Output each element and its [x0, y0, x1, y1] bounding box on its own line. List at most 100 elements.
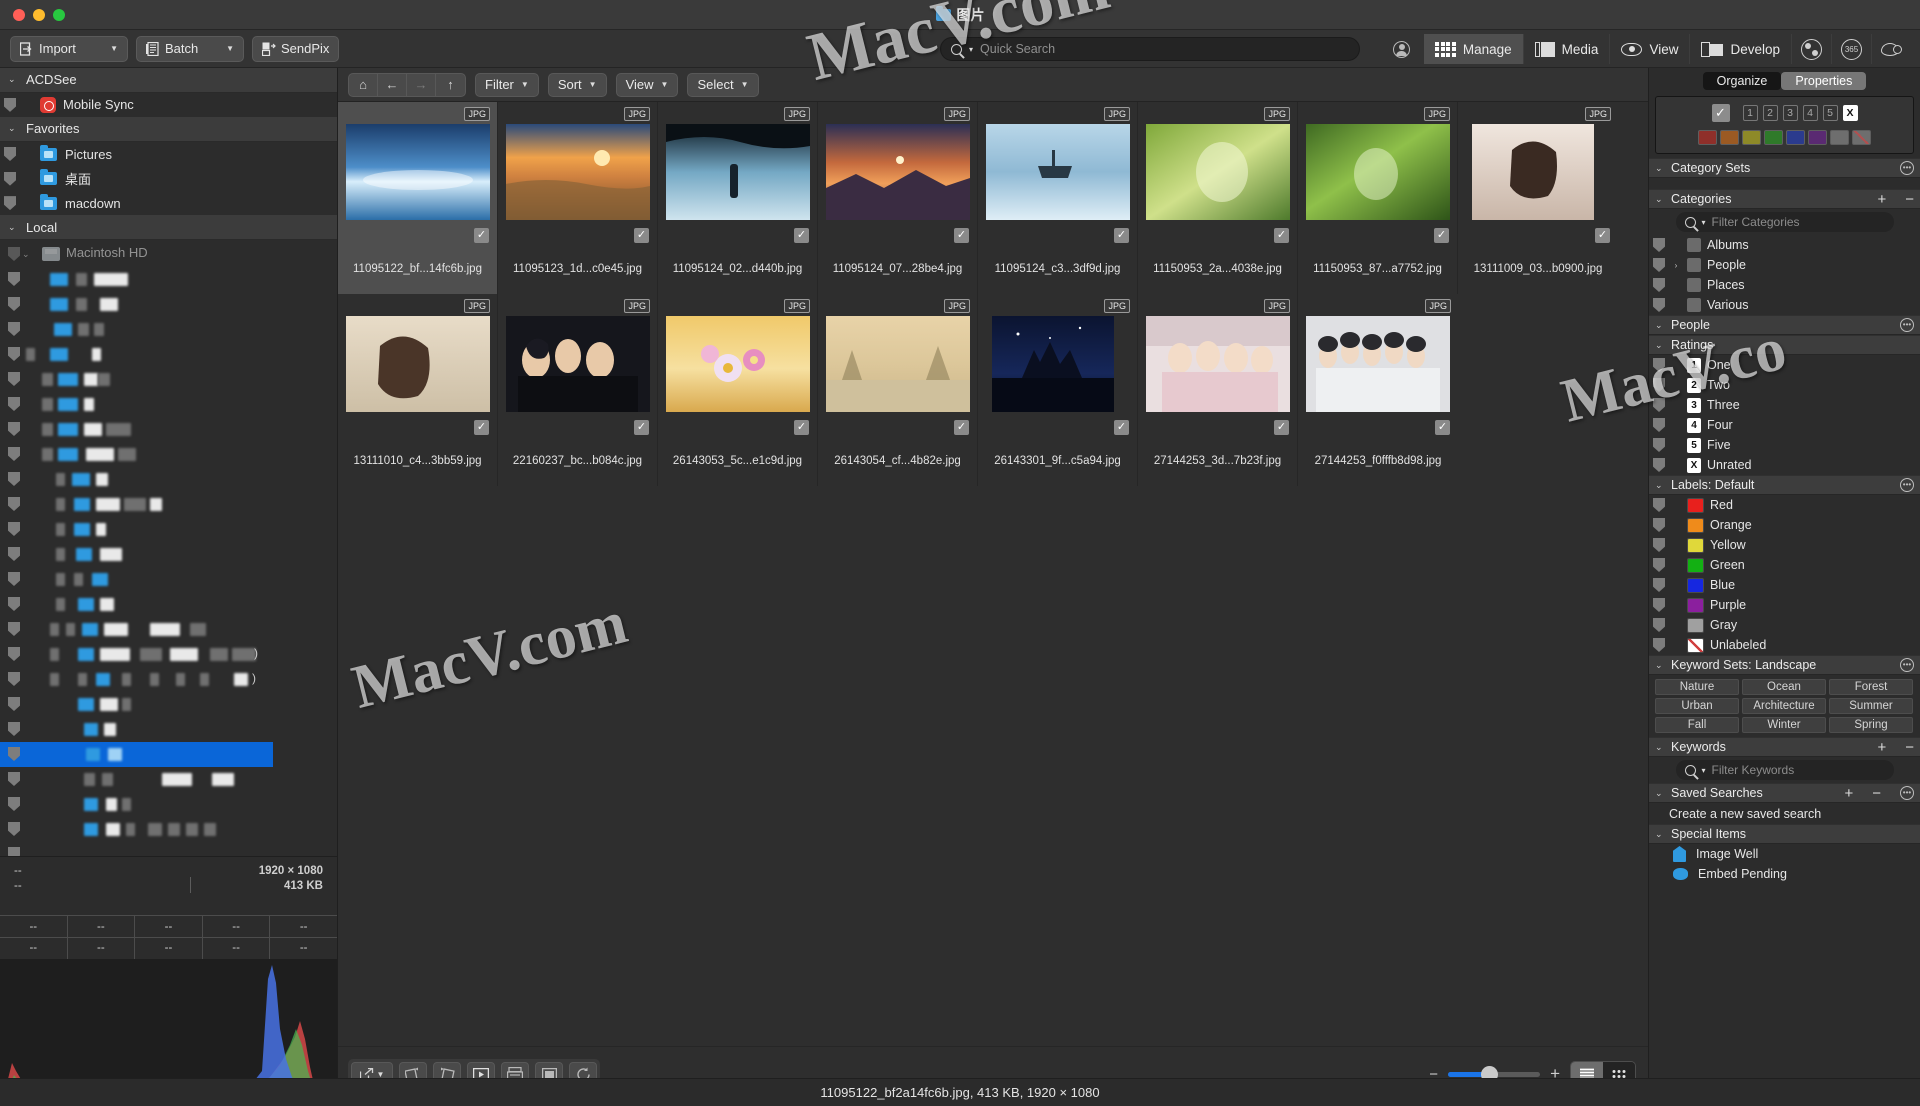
keyword-fall[interactable]: Fall — [1655, 717, 1739, 733]
label-item-red[interactable]: Red — [1649, 495, 1920, 515]
rating-filter-3[interactable]: 3 — [1782, 105, 1798, 121]
remove-category-icon[interactable]: − — [1905, 192, 1914, 207]
subscription-button[interactable]: 365 — [1832, 34, 1872, 64]
rating-item-unrated[interactable]: X Unrated — [1649, 455, 1920, 475]
thumbnail-image[interactable] — [1472, 124, 1594, 220]
rating-item-one[interactable]: 1 One — [1649, 355, 1920, 375]
more-options-icon[interactable]: ••• — [1900, 478, 1914, 492]
rating-filter-unrated[interactable]: X — [1842, 105, 1858, 121]
sidebar-item-desktop[interactable]: 桌面 — [0, 166, 337, 191]
chevron-down-icon[interactable]: ▼ — [741, 80, 749, 89]
thumbnail-image[interactable] — [666, 316, 810, 412]
chevron-down-icon[interactable]: ⌄ — [1655, 340, 1665, 351]
tree-item[interactable] — [0, 492, 337, 517]
thumbnail-image[interactable] — [1306, 124, 1450, 220]
section-category-sets[interactable]: ⌄ Category Sets ••• — [1649, 158, 1920, 178]
thumbnail-cell[interactable]: JPG ✓ 11095124_02...d440b.jpg — [658, 102, 818, 294]
thumbnail-checkbox[interactable]: ✓ — [474, 420, 489, 435]
chevron-down-icon[interactable]: ⌄ — [1655, 788, 1665, 799]
thumbnail-cell[interactable]: JPG ✓ 11095123_1d...c0e45.jpg — [498, 102, 658, 294]
zoom-slider[interactable] — [1448, 1065, 1541, 1083]
label-swatch-gray[interactable] — [1830, 130, 1849, 145]
sidebar-item-macdown[interactable]: macdown — [0, 191, 337, 216]
thumbnail-cell[interactable]: JPG ✓ 11095122_bf...14fc6b.jpg — [338, 102, 498, 294]
tree-item[interactable] — [0, 567, 337, 592]
chevron-down-icon[interactable]: ⌄ — [8, 123, 18, 134]
tab-view[interactable]: View — [1610, 34, 1691, 64]
chevron-down-icon[interactable]: ⌄ — [1655, 742, 1665, 753]
label-swatch-yellow[interactable] — [1742, 130, 1761, 145]
sidebar-item-mobile-sync[interactable]: Mobile Sync — [0, 93, 337, 118]
chevron-down-icon[interactable]: ⌄ — [1655, 480, 1665, 491]
tree-item[interactable] — [0, 292, 337, 317]
label-item-green[interactable]: Green — [1649, 555, 1920, 575]
rating-filter-2[interactable]: 2 — [1762, 105, 1778, 121]
chevron-down-icon[interactable]: ▼ — [226, 44, 234, 53]
tree-item[interactable] — [0, 367, 337, 392]
section-labels[interactable]: ⌄ Labels: Default ••• — [1649, 475, 1920, 495]
more-options-icon[interactable]: ••• — [1900, 786, 1914, 800]
thumbnail-checkbox[interactable]: ✓ — [474, 228, 489, 243]
thumbnail-checkbox[interactable]: ✓ — [634, 420, 649, 435]
label-swatch-red[interactable] — [1698, 130, 1717, 145]
thumbnail-checkbox[interactable]: ✓ — [1114, 420, 1129, 435]
tree-item[interactable] — [0, 417, 337, 442]
label-swatch-purple[interactable] — [1808, 130, 1827, 145]
chevron-down-icon[interactable]: ⌄ — [1655, 320, 1665, 331]
add-keyword-icon[interactable]: + — [1877, 740, 1886, 755]
thumbnail-image[interactable] — [992, 316, 1114, 412]
thumbnail-cell[interactable]: JPG ✓ 26143054_cf...4b82e.jpg — [818, 294, 978, 486]
label-swatch-orange[interactable] — [1720, 130, 1739, 145]
batch-button[interactable]: Batch ▼ — [136, 35, 244, 62]
quick-search[interactable]: ▾ Quick Search — [940, 37, 1360, 61]
thumbnail-checkbox[interactable]: ✓ — [634, 228, 649, 243]
thumbnail-checkbox[interactable]: ✓ — [1434, 228, 1449, 243]
label-item-gray[interactable]: Gray — [1649, 615, 1920, 635]
chevron-down-icon[interactable]: ⌄ — [1655, 194, 1665, 205]
sendpix-button[interactable]: SendPix — [252, 35, 340, 62]
sidebar-item-pictures[interactable]: Pictures — [0, 142, 337, 167]
chevron-down-icon[interactable]: ⌄ — [22, 249, 30, 260]
chevron-down-icon[interactable]: ⌄ — [8, 74, 18, 85]
keyword-forest[interactable]: Forest — [1829, 679, 1913, 695]
swirl-button[interactable] — [1872, 34, 1912, 64]
sidebar-group-local[interactable]: ⌄ Local — [0, 215, 337, 240]
chevron-down-icon[interactable]: ⌄ — [1655, 163, 1665, 174]
tree-item[interactable] — [0, 767, 337, 792]
label-item-yellow[interactable]: Yellow — [1649, 535, 1920, 555]
category-item-various[interactable]: Various — [1649, 295, 1920, 315]
filter-categories-input[interactable]: ▾ Filter Categories — [1675, 212, 1894, 232]
tab-organize[interactable]: Organize — [1702, 72, 1782, 90]
tree-item[interactable] — [0, 792, 337, 817]
chevron-down-icon[interactable]: ▼ — [521, 80, 529, 89]
thumbnail-cell[interactable]: JPG ✓ 26143301_9f...c5a94.jpg — [978, 294, 1138, 486]
label-swatch-blue[interactable] — [1786, 130, 1805, 145]
category-item-albums[interactable]: Albums — [1649, 235, 1920, 255]
label-swatch-unlabeled[interactable] — [1852, 130, 1871, 145]
tree-item[interactable] — [0, 392, 337, 417]
tab-media[interactable]: Media — [1524, 34, 1611, 64]
label-item-purple[interactable]: Purple — [1649, 595, 1920, 615]
thumbnail-image[interactable] — [986, 124, 1130, 220]
tree-item[interactable] — [0, 467, 337, 492]
thumbnail-cell[interactable]: JPG ✓ 27144253_f0fffb8d98.jpg — [1298, 294, 1458, 486]
tree-item[interactable] — [0, 617, 337, 642]
thumbnail-image[interactable] — [1306, 316, 1450, 412]
section-keyword-sets[interactable]: ⌄ Keyword Sets: Landscape ••• — [1649, 655, 1920, 675]
rating-item-two[interactable]: 2 Two — [1649, 375, 1920, 395]
chevron-down-icon[interactable]: ▼ — [110, 44, 118, 53]
import-button[interactable]: Import ▼ — [10, 35, 128, 62]
thumbnail-checkbox[interactable]: ✓ — [1595, 228, 1610, 243]
section-special-items[interactable]: ⌄ Special Items — [1649, 824, 1920, 844]
keyword-architecture[interactable]: Architecture — [1742, 698, 1826, 714]
more-options-icon[interactable]: ••• — [1900, 318, 1914, 332]
tree-item[interactable] — [0, 267, 337, 292]
thumbnail-checkbox[interactable]: ✓ — [954, 420, 969, 435]
flowers-button[interactable] — [1792, 34, 1832, 64]
thumbnail-checkbox[interactable]: ✓ — [1435, 420, 1450, 435]
rating-filter-1[interactable]: 1 — [1742, 105, 1758, 121]
category-item-people[interactable]: › People — [1649, 255, 1920, 275]
category-checkbox[interactable] — [1687, 238, 1701, 252]
tab-develop[interactable]: Develop — [1690, 34, 1792, 64]
tree-item-selected[interactable] — [0, 741, 273, 767]
